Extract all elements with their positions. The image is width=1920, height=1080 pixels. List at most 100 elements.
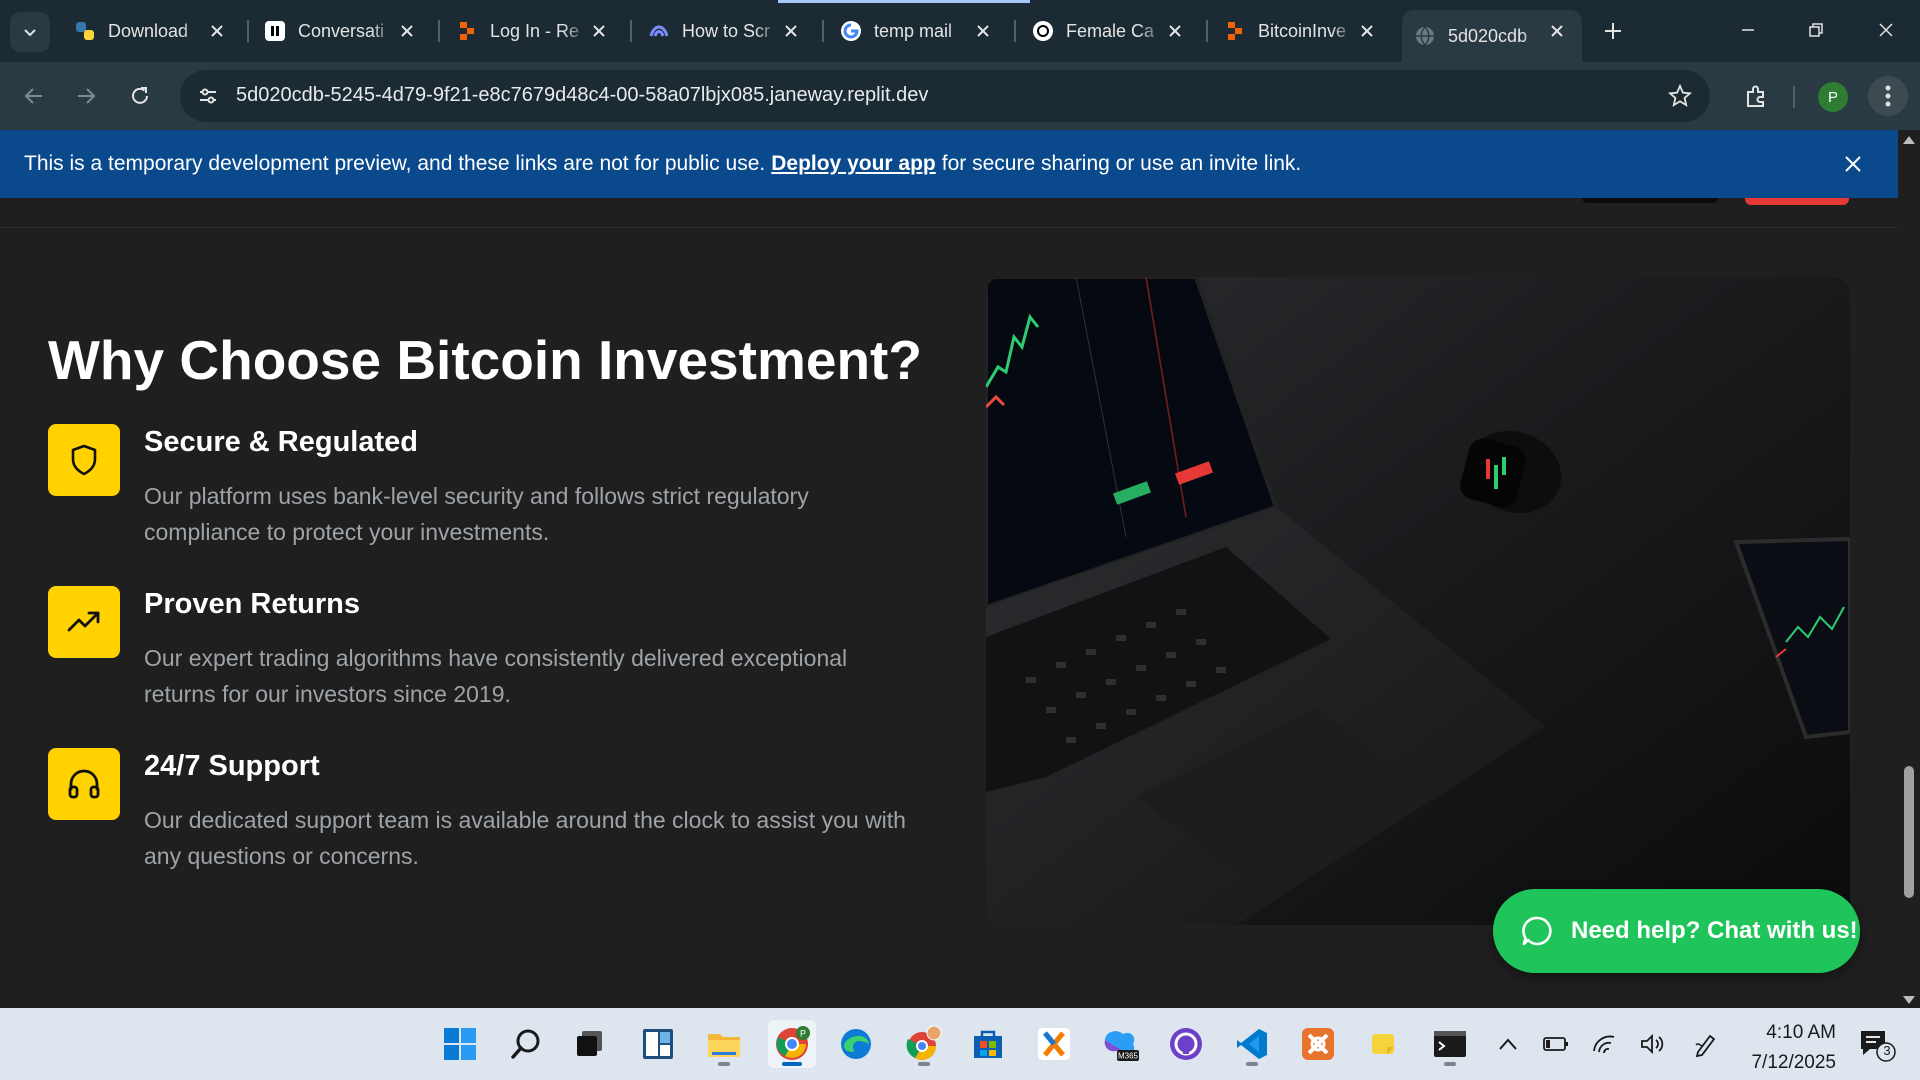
tab-strip: Download Conversati Log In - Re How to S… — [0, 0, 1920, 62]
running-indicator — [782, 1062, 802, 1066]
windows-start-icon[interactable] — [436, 1020, 484, 1068]
octopus-icon — [648, 20, 670, 42]
headphones-icon — [48, 748, 120, 820]
close-icon — [1845, 156, 1861, 172]
m365-icon[interactable]: M365 — [1096, 1020, 1144, 1068]
vscode-icon[interactable] — [1228, 1020, 1276, 1068]
microsoft-store-icon[interactable] — [964, 1020, 1012, 1068]
edge-icon[interactable] — [832, 1020, 880, 1068]
notification-center-button[interactable]: 3 — [1858, 1028, 1896, 1062]
trading-laptop-image — [986, 277, 1850, 925]
chat-support-button[interactable]: Need help? Chat with us! — [1493, 889, 1860, 973]
tab-separator — [438, 20, 440, 42]
tab-title: temp mail — [874, 20, 953, 41]
clock-time: 4:10 AM — [1766, 1022, 1836, 1043]
close-tab-icon[interactable] — [1356, 20, 1378, 42]
terminal-icon[interactable] — [1426, 1020, 1474, 1068]
close-tab-icon[interactable] — [972, 20, 994, 42]
clock-date: 7/12/2025 — [1751, 1052, 1836, 1073]
close-tab-icon[interactable] — [396, 20, 418, 42]
running-indicator — [918, 1062, 930, 1066]
feature-returns: Proven Returns Our expert trading algori… — [48, 586, 908, 716]
reload-button[interactable] — [120, 76, 160, 116]
page-viewport: This is a temporary development preview,… — [0, 130, 1898, 1008]
widgets-icon[interactable] — [634, 1020, 682, 1068]
banner-close-button[interactable] — [1840, 151, 1866, 177]
battery-icon[interactable] — [1540, 1028, 1572, 1060]
tab-separator — [1014, 20, 1016, 42]
pen-menu-icon[interactable] — [1690, 1028, 1722, 1060]
close-tab-icon[interactable] — [780, 20, 802, 42]
close-tab-icon[interactable] — [1164, 20, 1186, 42]
tab-how-to-scrape[interactable]: How to Scr — [636, 10, 816, 52]
tab-title: Download — [108, 20, 189, 41]
scroll-down-arrow-icon[interactable] — [1903, 996, 1915, 1004]
chrome-icon[interactable]: P — [768, 1020, 816, 1068]
toolbar-separator — [1793, 86, 1795, 108]
back-button[interactable] — [14, 76, 54, 116]
tab-separator — [1206, 20, 1208, 42]
shield-icon — [48, 424, 120, 496]
kebab-menu-icon — [1885, 85, 1891, 107]
feature-title: Proven Returns — [144, 588, 360, 620]
close-tab-icon[interactable] — [206, 20, 228, 42]
chrome-menu-button[interactable] — [1868, 76, 1908, 116]
sticky-notes-icon[interactable] — [1360, 1020, 1408, 1068]
tab-separator — [247, 20, 249, 42]
close-window-button[interactable] — [1858, 10, 1914, 50]
extensions-button[interactable] — [1736, 76, 1776, 116]
new-tab-button[interactable] — [1598, 16, 1628, 46]
tab-bitcoin-invest[interactable]: BitcoinInve — [1212, 10, 1392, 52]
plus-icon — [1605, 23, 1621, 39]
forward-button[interactable] — [66, 76, 106, 116]
tab-conversation[interactable]: Conversati — [252, 10, 432, 52]
tab-female-ca[interactable]: Female Ca — [1020, 10, 1200, 52]
address-bar[interactable]: 5d020cdb-5245-4d79-9f21-e8c7679d48c4-00-… — [180, 70, 1710, 122]
github-desktop-icon[interactable] — [1162, 1020, 1210, 1068]
banner-text-after: for secure sharing or use an invite link… — [941, 152, 1302, 175]
tab-title: Female Ca — [1066, 20, 1155, 41]
feature-secure: Secure & Regulated Our platform uses ban… — [48, 424, 908, 554]
feature-description: Our platform uses bank-level security an… — [144, 483, 809, 545]
header-button-dark[interactable] — [1582, 198, 1718, 203]
file-explorer-icon[interactable] — [700, 1020, 748, 1068]
header-button-red[interactable] — [1745, 198, 1849, 205]
close-icon — [1879, 23, 1893, 37]
tab-active-replit-dev[interactable]: 5d020cdb — [1402, 10, 1582, 62]
url-text[interactable]: 5d020cdb-5245-4d79-9f21-e8c7679d48c4-00-… — [236, 84, 928, 107]
page-scrollbar[interactable] — [1898, 130, 1920, 1008]
tab-title: How to Scr — [682, 20, 771, 41]
pause-app-icon — [264, 20, 286, 42]
minimize-button[interactable] — [1720, 10, 1776, 50]
xampp-like-icon[interactable] — [1030, 1020, 1078, 1068]
feature-title: Secure & Regulated — [144, 426, 418, 458]
postman-like-icon[interactable] — [1294, 1020, 1342, 1068]
chevron-down-icon — [24, 29, 36, 37]
restore-button[interactable] — [1788, 10, 1844, 50]
site-info-button[interactable] — [190, 78, 226, 114]
taskbar-clock[interactable]: 4:10 AM 7/12/2025 — [1736, 1018, 1836, 1078]
show-hidden-icons-button[interactable] — [1492, 1028, 1524, 1060]
tab-download[interactable]: Download — [62, 10, 242, 52]
scrollbar-thumb[interactable] — [1904, 766, 1914, 898]
feature-title: 24/7 Support — [144, 750, 320, 782]
task-view-icon[interactable] — [566, 1020, 614, 1068]
search-icon[interactable] — [502, 1020, 550, 1068]
volume-icon[interactable] — [1636, 1028, 1668, 1060]
wifi-icon[interactable] — [1588, 1028, 1620, 1060]
tab-login-replit[interactable]: Log In - Re — [444, 10, 624, 52]
close-tab-icon[interactable] — [1546, 20, 1568, 42]
replit-icon — [1224, 20, 1246, 42]
chrome-profile-icon[interactable] — [900, 1020, 948, 1068]
bookmark-button[interactable] — [1666, 82, 1694, 110]
tab-separator — [630, 20, 632, 42]
scroll-up-arrow-icon[interactable] — [1903, 136, 1915, 144]
tab-title: Log In - Re — [490, 20, 580, 41]
tab-temp-mail[interactable]: temp mail — [828, 10, 1008, 52]
close-tab-icon[interactable] — [588, 20, 610, 42]
tab-title: Conversati — [298, 20, 385, 41]
tab-search-button[interactable] — [10, 12, 50, 52]
profile-avatar[interactable]: P — [1818, 82, 1848, 112]
tune-icon — [200, 88, 216, 104]
deploy-app-link[interactable]: Deploy your app — [771, 152, 936, 176]
